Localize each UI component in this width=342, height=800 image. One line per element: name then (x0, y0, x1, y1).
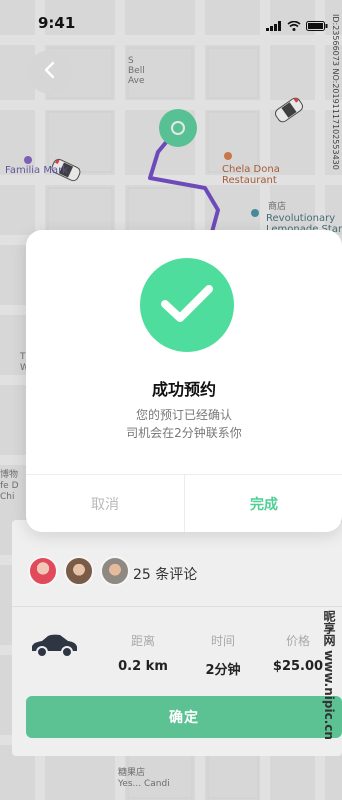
signal-icon (266, 16, 282, 35)
cancel-button[interactable]: 取消 (26, 475, 184, 532)
modal-message: 您的预订已经确认 司机会在2分钟联系你 (26, 406, 342, 442)
avatar (100, 556, 130, 586)
time-label: 时间 (210, 634, 235, 648)
modal-message-line: 您的预订已经确认 (135, 408, 232, 422)
distance-stat: 距离 0.2 km (108, 632, 178, 674)
watermark-site: 昵享网 www.nipic.cn (322, 610, 336, 740)
reviewer-avatars (28, 556, 130, 586)
back-button[interactable] (28, 50, 72, 94)
time-value: 2分钟 (205, 663, 241, 678)
poi-candy-label: 糖果店 Yes... Candi (118, 768, 170, 789)
checkmark-icon (159, 281, 215, 329)
battery-icon (306, 16, 328, 35)
status-time: 9:41 (38, 14, 76, 32)
status-bar: 9:41 (0, 0, 342, 44)
booking-success-modal: 成功预约 您的预订已经确认 司机会在2分钟联系你 取消 完成 (26, 230, 342, 532)
modal-message-line: 司机会在2分钟联系你 (126, 426, 242, 440)
divider (12, 606, 342, 607)
chevron-left-icon (43, 61, 57, 83)
distance-label: 距离 (130, 634, 155, 648)
success-badge (140, 258, 234, 352)
avatar (64, 556, 94, 586)
ride-card: 25 条评论 距离 0.2 km 时间 2分钟 价格 $25.00 确定 (12, 520, 342, 756)
watermark-id: ID:23566073 NO:20191117102553430 (331, 14, 340, 170)
status-icons (266, 16, 328, 35)
done-button[interactable]: 完成 (185, 475, 342, 532)
distance-value: 0.2 km (118, 659, 168, 674)
review-count[interactable]: 25 条评论 (133, 564, 197, 584)
time-stat: 时间 2分钟 (188, 632, 258, 678)
wifi-icon (287, 16, 301, 35)
avatar (28, 556, 58, 586)
car-icon (28, 633, 80, 663)
modal-title: 成功预约 (151, 380, 216, 399)
confirm-button[interactable]: 确定 (26, 696, 342, 738)
